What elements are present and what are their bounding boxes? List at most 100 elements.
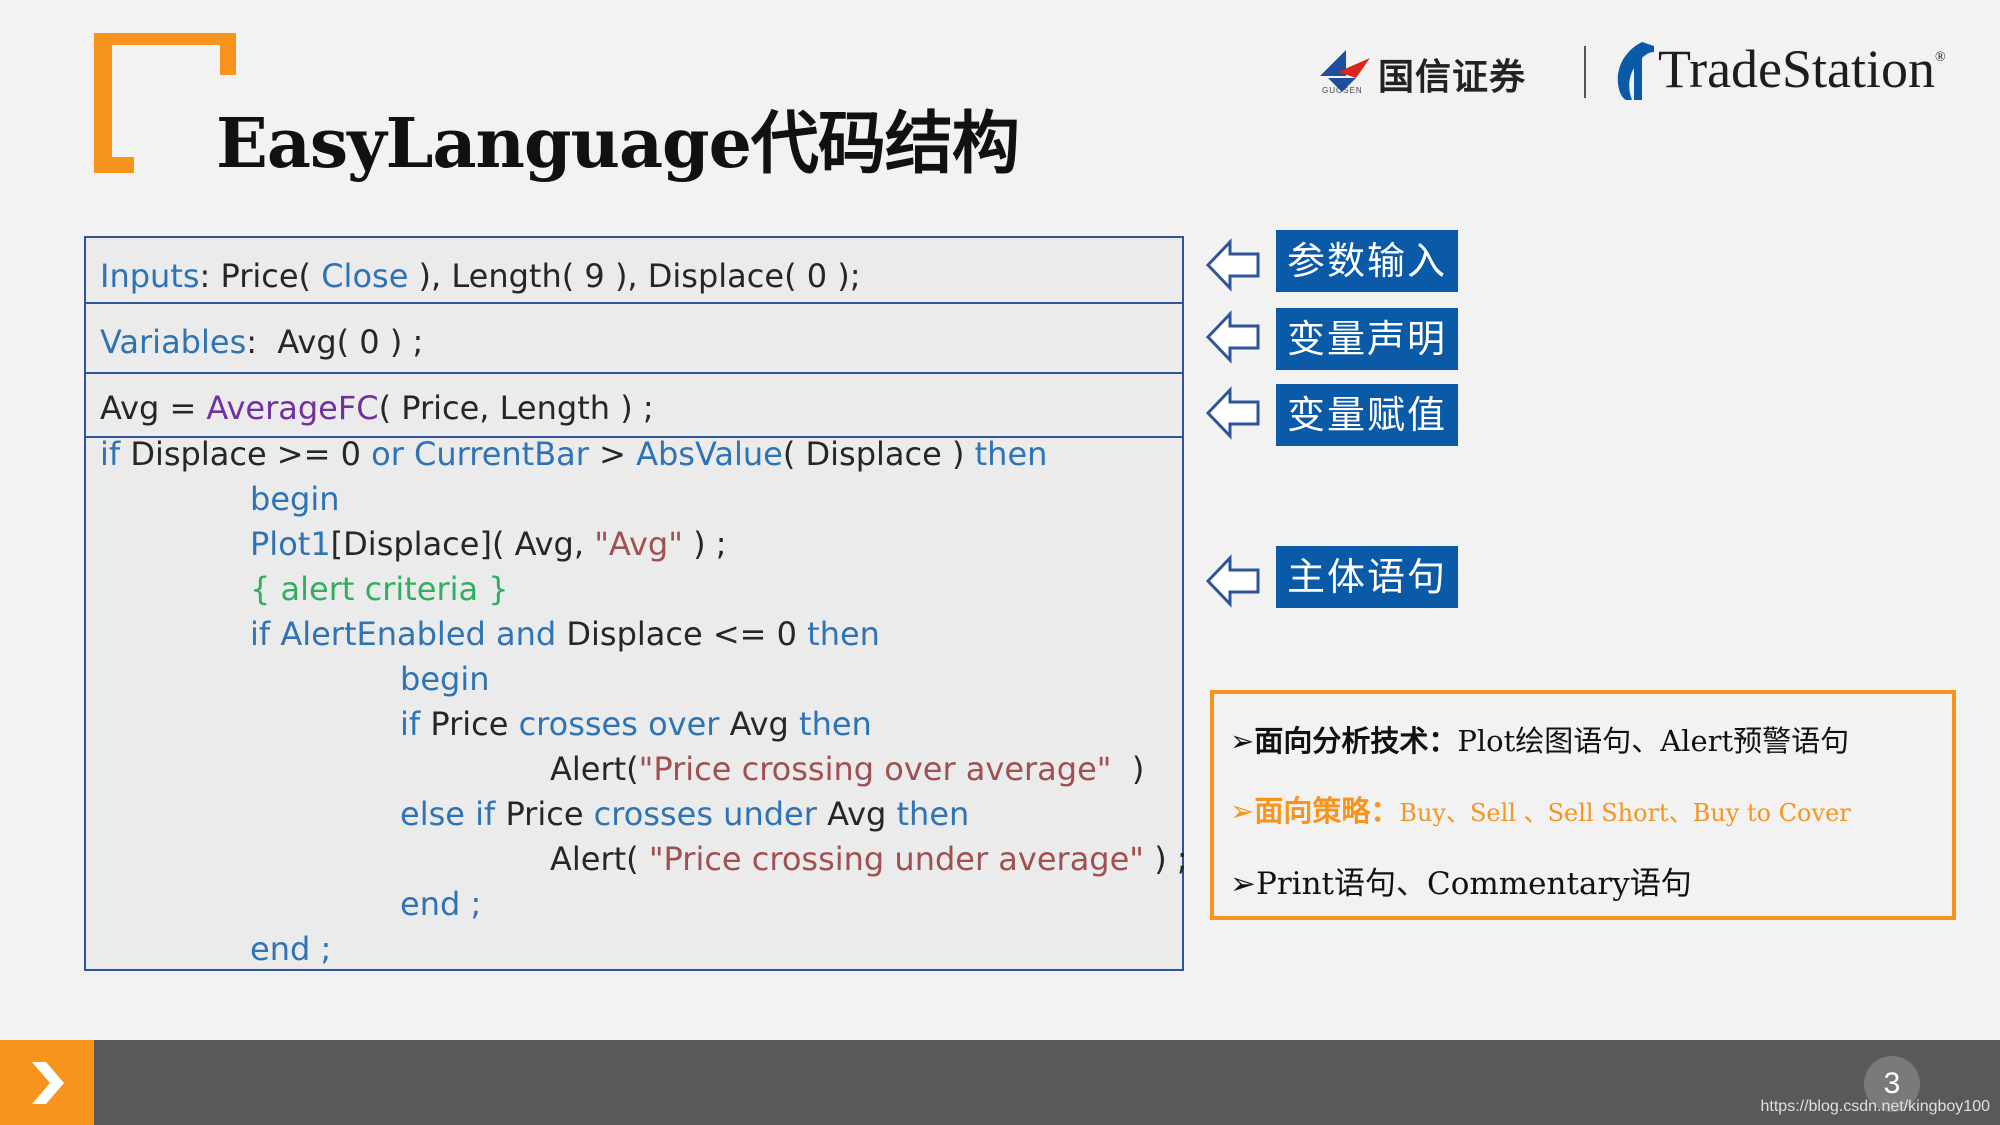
- code-line-alert-under: Alert( "Price crossing under average" ) …: [550, 839, 1188, 879]
- bracket-bottom: [94, 157, 134, 173]
- code-token: if: [250, 615, 271, 653]
- code-token: "Price crossing under average": [648, 840, 1145, 878]
- code-token: crosses over: [518, 705, 720, 743]
- code-token: ) ;: [682, 525, 727, 563]
- code-token: "Avg": [594, 525, 683, 563]
- code-line-end-2: end ;: [250, 929, 331, 969]
- tradestation-name: TradeStation®: [1658, 38, 1946, 100]
- note-analysis-head: 面向分析技术：: [1254, 724, 1458, 758]
- label-body: 主体语句: [1276, 546, 1458, 608]
- note-analysis: ➢面向分析技术：Plot绘图语句、Alert预警语句: [1230, 718, 1849, 760]
- code-token: and: [495, 615, 557, 653]
- code-token: Avg =: [100, 389, 207, 427]
- code-token: Inputs: [100, 257, 200, 295]
- code-token: crosses under: [593, 795, 817, 833]
- code-token: AlertEnabled: [280, 615, 486, 653]
- code-token: ) ;: [1144, 840, 1188, 878]
- code-token: Avg: [719, 705, 800, 743]
- code-token: Alert(: [550, 840, 649, 878]
- bracket-right: [220, 33, 236, 75]
- code-token: end ;: [400, 885, 482, 923]
- code-line-begin-1: begin: [250, 479, 339, 519]
- watermark-url: https://blog.csdn.net/kingboy100: [1760, 1098, 1991, 1115]
- bracket-cutout: [112, 45, 134, 157]
- code-line-crosses-over: if Price crosses over Avg then: [400, 704, 872, 744]
- bullet-arrow-icon: ➢: [1230, 724, 1255, 758]
- code-token: if: [100, 435, 121, 473]
- guosen-name: 国信证券: [1378, 56, 1527, 98]
- code-token: Price: [420, 705, 519, 743]
- code-line-variables: Variables: Avg( 0 ) ;: [100, 322, 423, 362]
- code-separator-1: [86, 302, 1182, 304]
- code-token: ), Length( 9 ), Displace( 0 );: [408, 257, 861, 295]
- bullet-arrow-icon: ➢: [1230, 794, 1255, 828]
- code-token: Alert(: [550, 750, 639, 788]
- guosen-subtext: GUOSEN: [1322, 86, 1363, 95]
- code-token: begin: [250, 480, 340, 518]
- code-line-begin-2: begin: [400, 659, 489, 699]
- label-inputs: 参数输入: [1276, 230, 1458, 292]
- tradestation-logo-icon: [1617, 42, 1654, 100]
- footer-bar: 3 https://blog.csdn.net/kingboy100: [0, 1040, 2000, 1125]
- code-line-assignment: Avg = AverageFC( Price, Length ) ;: [100, 388, 654, 428]
- label-variables: 变量声明: [1276, 308, 1458, 370]
- chevron-right-icon: [32, 1062, 64, 1104]
- note-print: ➢Print语句、Commentary语句: [1230, 858, 1692, 903]
- bullet-arrow-icon: ➢: [1230, 866, 1256, 902]
- note-strategy: ➢面向策略：Buy、Sell 、Sell Short、Buy to Cover: [1230, 788, 1851, 830]
- code-token: then: [799, 705, 872, 743]
- code-line-crosses-under: else if Price crosses under Avg then: [400, 794, 969, 834]
- code-token: [Displace]( Avg,: [330, 525, 595, 563]
- arrow-left-icon: [1206, 386, 1260, 440]
- code-line-if-alert: if AlertEnabled and Displace <= 0 then: [250, 614, 880, 654]
- arrow-left-icon: [1206, 238, 1260, 292]
- code-token: "Price crossing over average": [638, 750, 1112, 788]
- code-token: Variables: [100, 323, 247, 361]
- code-token: >: [588, 435, 637, 473]
- note-analysis-body: Plot绘图语句、Alert预警语句: [1457, 724, 1850, 758]
- note-print-text: Print语句、Commentary语句: [1255, 866, 1692, 902]
- code-token: Close: [321, 257, 409, 295]
- code-token: : Avg( 0 ) ;: [246, 323, 424, 361]
- code-token: CurrentBar: [414, 435, 589, 473]
- code-token: then: [974, 435, 1048, 473]
- code-token: ( Price, Length ) ;: [378, 389, 654, 427]
- code-line-comment: { alert criteria }: [250, 569, 509, 609]
- code-line-inputs: Inputs: Price( Close ), Length( 9 ), Dis…: [100, 256, 861, 296]
- code-token: then: [896, 795, 970, 833]
- footer-accent-tab: [0, 1040, 94, 1125]
- code-token: else if: [400, 795, 496, 833]
- code-token: end ;: [250, 930, 332, 968]
- code-token: ( Displace ): [782, 435, 975, 473]
- title-bracket-decoration: [94, 33, 236, 173]
- code-token: AbsValue: [636, 435, 783, 473]
- page-title: EasyLanguage代码结构: [216, 104, 1020, 184]
- code-token: Price: [495, 795, 594, 833]
- code-token: or: [371, 435, 404, 473]
- registered-mark: ®: [1935, 50, 1946, 65]
- tradestation-text: TradeStation: [1658, 39, 1936, 99]
- arrow-left-icon: [1206, 310, 1260, 364]
- code-line-if: if Displace >= 0 or CurrentBar > AbsValu…: [100, 434, 1047, 474]
- code-token: begin: [400, 660, 490, 698]
- header-logos: GUOSEN 国信证券 TradeStation®: [1316, 36, 1964, 106]
- code-token: Avg: [816, 795, 897, 833]
- code-token: then: [807, 615, 880, 653]
- notes-box: ➢面向分析技术：Plot绘图语句、Alert预警语句 ➢面向策略：Buy、Sel…: [1210, 690, 1956, 920]
- code-line-alert-over: Alert("Price crossing over average" ): [550, 749, 1144, 789]
- note-strategy-head: 面向策略：: [1254, 794, 1400, 828]
- code-token: Plot1: [250, 525, 331, 563]
- code-line-plot: Plot1[Displace]( Avg, "Avg" ) ;: [250, 524, 727, 564]
- code-token: Displace >= 0: [120, 435, 372, 473]
- code-token: Displace <= 0: [556, 615, 808, 653]
- code-token: { alert criteria }: [250, 570, 509, 608]
- logo-divider: [1584, 46, 1586, 98]
- code-token: ): [1111, 750, 1145, 788]
- label-assignment: 变量赋值: [1276, 384, 1458, 446]
- code-token: if: [400, 705, 421, 743]
- arrow-left-icon: [1206, 554, 1260, 608]
- note-strategy-body: Buy、Sell 、Sell Short、Buy to Cover: [1399, 799, 1851, 827]
